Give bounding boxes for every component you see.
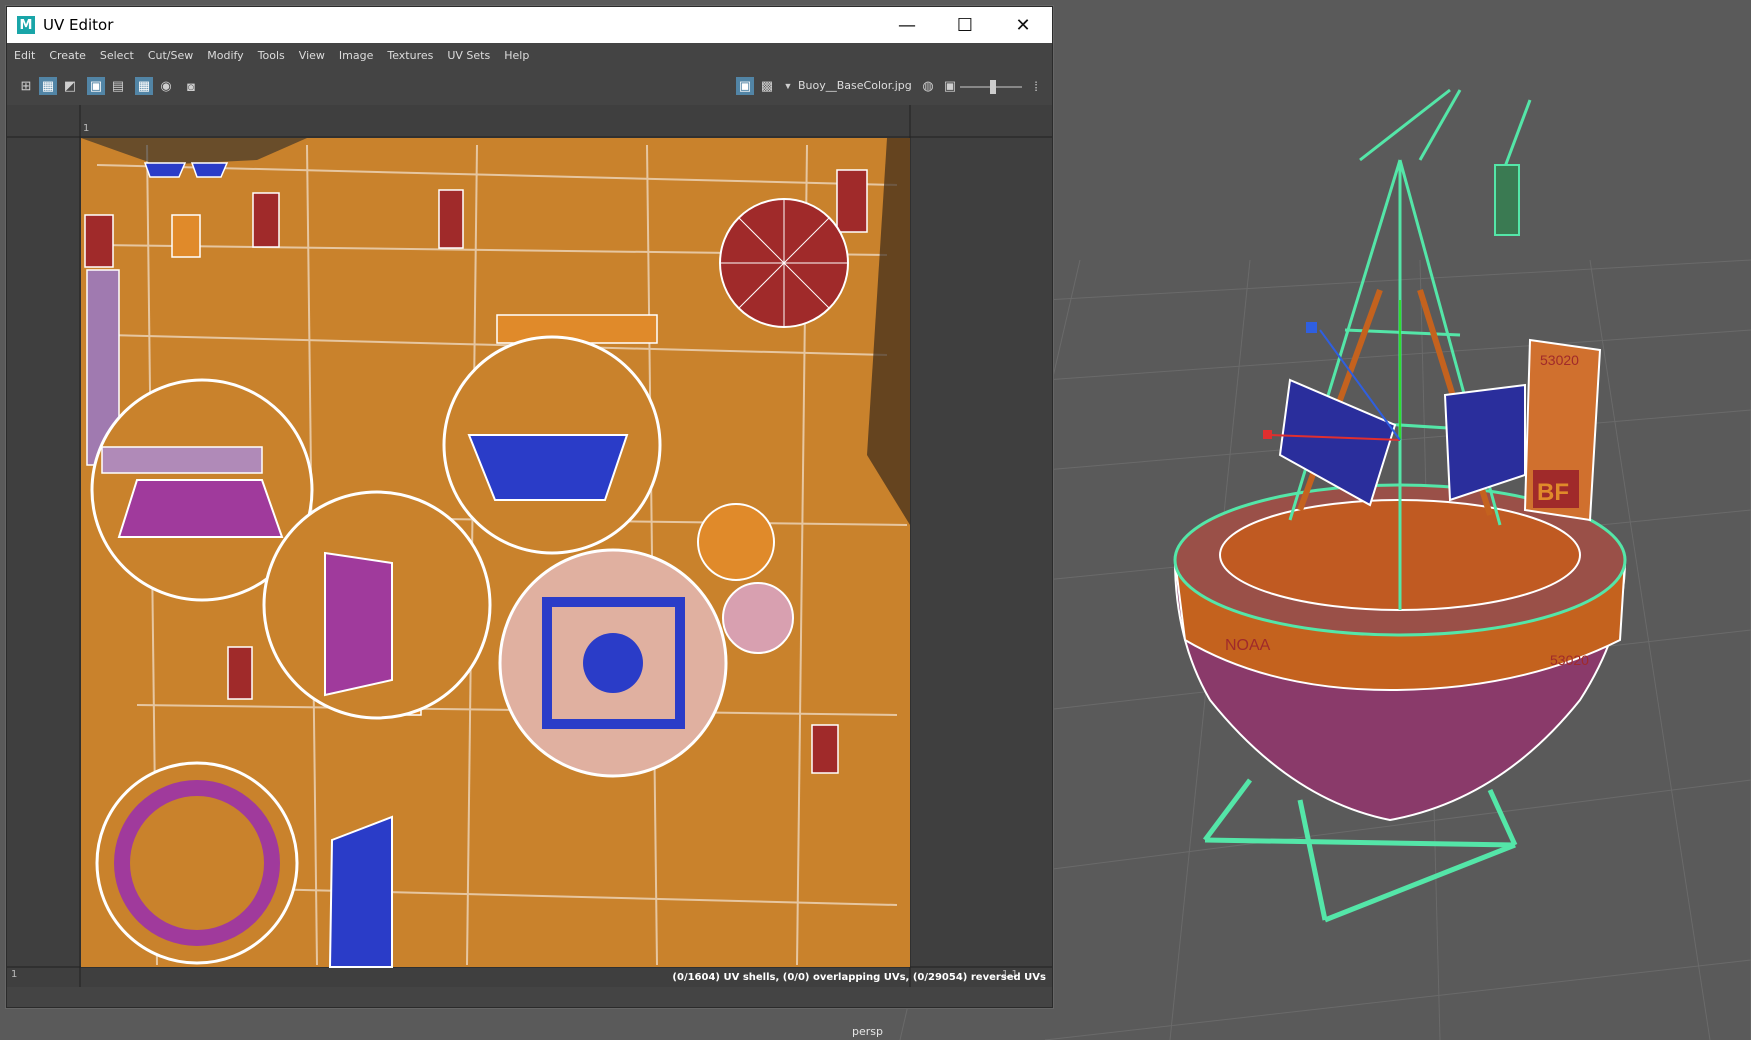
checker-grid-icon[interactable]: ▦ (135, 77, 153, 95)
uv-blue-panel (328, 815, 393, 968)
decal-53020-top: 53020 (1540, 352, 1579, 368)
snap-icon[interactable]: ◉ (157, 77, 175, 95)
image-icon[interactable]: ▣ (941, 77, 959, 95)
uv-orange-disc (697, 503, 775, 581)
menu-image[interactable]: Image (332, 49, 380, 62)
maximize-icon[interactable]: ☐ (936, 7, 994, 43)
solar-panel-right (1443, 383, 1526, 502)
uv-status-text: (0/1604) UV shells, (0/0) overlapping UV… (672, 972, 1046, 983)
menu-bar: Edit Create Select Cut/Sew Modify Tools … (7, 44, 1052, 66)
uv-toggle-icon[interactable]: ▦ (39, 77, 57, 95)
uv-blue-small (143, 162, 187, 178)
uv-editor-window[interactable]: M UV Editor — ☐ ✕ Edit Create Select Cut… (6, 6, 1053, 1008)
menu-view[interactable]: View (292, 49, 332, 62)
camera-label: persp (852, 1025, 883, 1038)
uv-tick-bottom-left: 1 (11, 969, 18, 980)
uv-shell-icon[interactable]: ⊞ (17, 77, 35, 95)
menu-cut-sew[interactable]: Cut/Sew (141, 49, 200, 62)
checker-icon[interactable]: ▩ (758, 77, 776, 95)
menu-help[interactable]: Help (497, 49, 536, 62)
minimize-icon[interactable]: — (878, 7, 936, 43)
uv-blue-bowl (467, 434, 629, 501)
uv-blue-small (190, 162, 229, 178)
menu-tools[interactable]: Tools (251, 49, 292, 62)
uv-purple-panel (324, 551, 393, 697)
menu-modify[interactable]: Modify (200, 49, 250, 62)
uv-tick-top-left: 1 (83, 123, 90, 134)
image-display-icon[interactable]: ▣ (736, 77, 754, 95)
slider-handle[interactable] (990, 80, 996, 94)
close-icon[interactable]: ✕ (994, 7, 1052, 43)
sensor-canister (1494, 164, 1520, 236)
decal-bf: BF (1537, 479, 1569, 506)
grid-icon[interactable]: ▤ (109, 77, 127, 95)
uv-layout-icon[interactable]: ◩ (61, 77, 79, 95)
exposure-slider[interactable] (960, 80, 1022, 94)
menu-uv-sets[interactable]: UV Sets (440, 49, 497, 62)
texture-name[interactable]: Buoy__BaseColor.jpg (798, 79, 912, 92)
maya-app-icon: M (17, 16, 35, 34)
globe-icon[interactable]: ◍ (919, 77, 937, 95)
uv-disc-spokes (720, 199, 848, 327)
uv-toolbar: ⊞ ▦ ◩ ▣ ▤ ▦ ◉ ◙ ▣ ▩ ▼ Buoy__BaseColor.jp… (7, 67, 1052, 105)
menu-textures[interactable]: Textures (380, 49, 440, 62)
menu-select[interactable]: Select (93, 49, 141, 62)
grid-frame-icon[interactable]: ▣ (87, 77, 105, 95)
menu-create[interactable]: Create (42, 49, 93, 62)
uv-texture-view (7, 105, 1052, 987)
uv-pink-disc (722, 582, 794, 654)
uv-noaa-strip (101, 446, 263, 474)
window-title: UV Editor (43, 16, 114, 34)
camera-icon[interactable]: ◙ (182, 77, 200, 95)
decal-noaa: NOAA (1225, 637, 1271, 654)
title-bar[interactable]: M UV Editor — ☐ ✕ (7, 7, 1052, 43)
chevron-down-icon[interactable]: ▼ (779, 77, 797, 95)
decal-53020-side: 53020 (1550, 652, 1589, 668)
menu-edit[interactable]: Edit (7, 49, 42, 62)
uv-blue-center (583, 633, 643, 693)
uv-purple-fan (117, 479, 284, 538)
uv-canvas[interactable]: 1 1 1,1 (0/1604) UV shells, (0/0) overla… (7, 105, 1052, 987)
options-icon[interactable]: ⁞ (1027, 77, 1045, 95)
